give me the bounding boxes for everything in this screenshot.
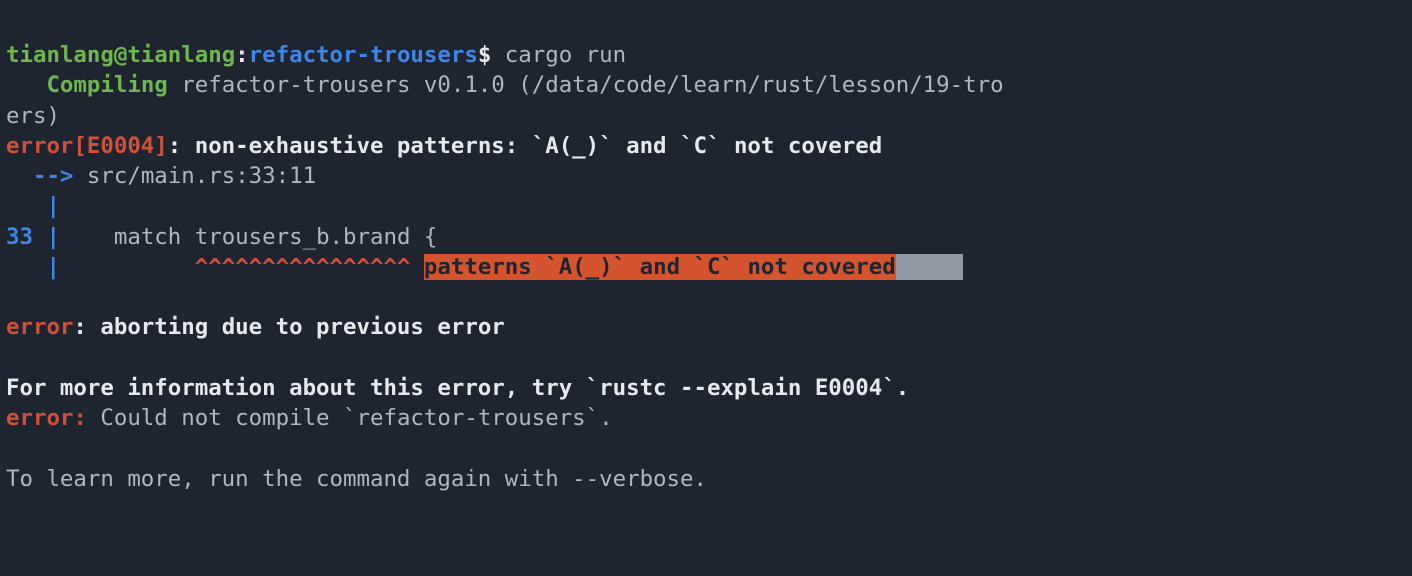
- highlighted-error: patterns `A(_)` and `C` not covered: [424, 254, 896, 280]
- error-label: error: [6, 314, 73, 340]
- prompt-user: tianlang: [6, 42, 114, 68]
- error-message: : non-exhaustive patterns: `A(_)` and `C…: [168, 133, 882, 159]
- caret-line: | ^^^^^^^^^^^^^^^^ patterns `A(_)` and `…: [6, 254, 963, 280]
- abort-message: : aborting due to previous error: [73, 314, 504, 340]
- terminal-output[interactable]: tianlang@tianlang:refactor-trousers$ car…: [0, 0, 1412, 494]
- error-compile-line: error: Could not compile `refactor-trous…: [6, 405, 613, 431]
- compile-fail-message: Could not compile `refactor-trousers`.: [87, 405, 613, 431]
- code-text: match trousers_b.brand {: [60, 224, 437, 250]
- prompt-dir: refactor-trousers: [249, 42, 478, 68]
- location-arrow: -->: [33, 163, 73, 189]
- location-path: src/main.rs:33:11: [87, 163, 316, 189]
- blank-line: [6, 435, 19, 461]
- compile-label: Compiling: [46, 72, 167, 98]
- location-line: --> src/main.rs:33:11: [6, 163, 316, 189]
- info-verbose: To learn more, run the command again wit…: [6, 466, 707, 492]
- code-line: 33 | match trousers_b.brand {: [6, 224, 437, 250]
- error-label: error:: [6, 405, 87, 431]
- info-explain: For more information about this error, t…: [6, 375, 909, 401]
- gutter-blank: |: [6, 193, 60, 219]
- compile-wrap: ers): [6, 103, 60, 129]
- blank-line: [6, 284, 19, 310]
- error-code: error[E0004]: [6, 133, 168, 159]
- highlight-tail: [896, 254, 963, 280]
- line-number: 33: [6, 224, 33, 250]
- caret-markers: ^^^^^^^^^^^^^^^^: [195, 254, 411, 280]
- compile-rest: refactor-trousers v0.1.0 (/data/code/lea…: [168, 72, 1004, 98]
- prompt-line: tianlang@tianlang:refactor-trousers$ car…: [6, 42, 626, 68]
- compile-line: Compiling refactor-trousers v0.1.0 (/dat…: [6, 72, 1004, 98]
- blank-line: [6, 345, 19, 371]
- command-text: cargo run: [505, 42, 626, 68]
- prompt-host: tianlang: [127, 42, 235, 68]
- error-abort-line: error: aborting due to previous error: [6, 314, 505, 340]
- error-e0004-line: error[E0004]: non-exhaustive patterns: `…: [6, 133, 882, 159]
